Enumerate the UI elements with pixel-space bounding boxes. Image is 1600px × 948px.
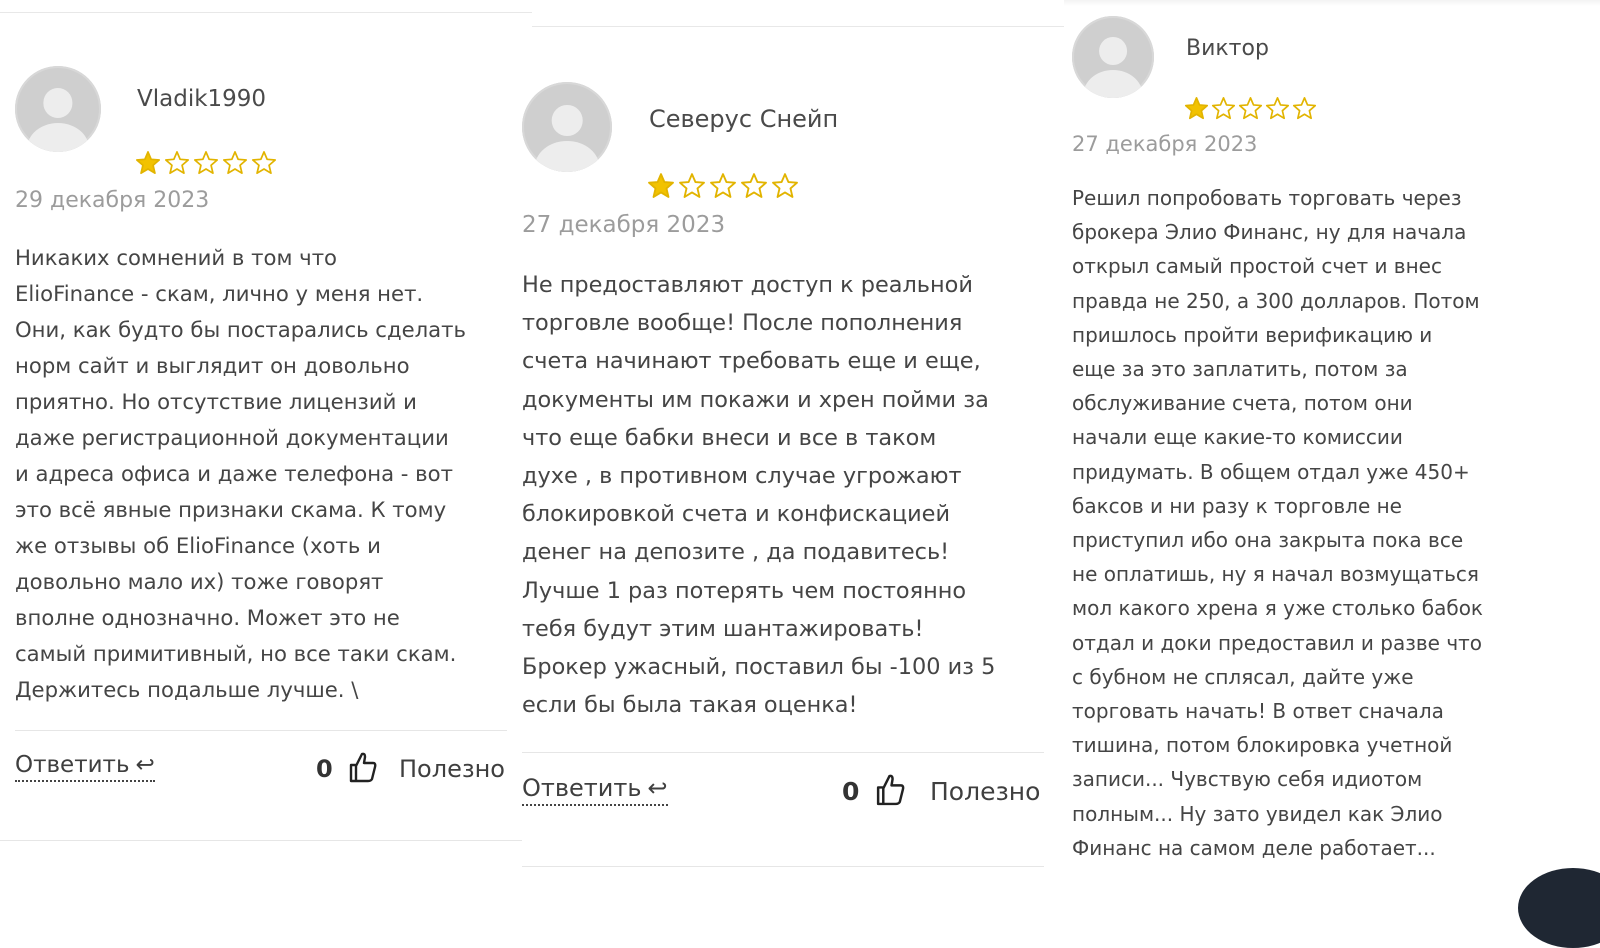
- divider: [0, 840, 522, 841]
- review-text-line: самый примитивный, но все таки скам.: [15, 641, 457, 666]
- star-empty-icon: [678, 172, 706, 200]
- star-filled-icon: [647, 172, 675, 200]
- rating-stars: [647, 172, 802, 200]
- review-text-line: вполне однозначно. Может это не: [15, 605, 400, 630]
- review-text-line: это всё явные признаки скама. К тому: [15, 497, 447, 522]
- reply-label: Ответить: [15, 752, 130, 778]
- thumbs-up-icon[interactable]: [348, 751, 378, 787]
- star-empty-icon: [1211, 96, 1236, 121]
- review-text-line: отдал и доки предоставил и разве что: [1072, 630, 1483, 655]
- review-card: Виктор 27 декабря 2023 Решил попробовать…: [1064, 0, 1600, 900]
- review-text-line: норм сайт и выглядит он довольно: [15, 353, 410, 378]
- star-empty-icon: [222, 150, 248, 176]
- review-text-line: торговле вообще! После пополнения: [522, 310, 963, 337]
- review-author: Северус Снейп: [649, 105, 839, 133]
- reply-label: Ответить: [522, 774, 642, 802]
- review-text-line: обслуживание счета, потом они: [1072, 391, 1413, 416]
- review-text-line: духе , в противном случае угрожают: [522, 463, 962, 490]
- reply-button[interactable]: Ответить ↩: [522, 774, 668, 806]
- review-text-line: с бубном не сплясал, дайте уже: [1072, 664, 1414, 689]
- reply-button[interactable]: Ответить ↩: [15, 752, 155, 782]
- review-text-line: счета начинают требовать еще и еще,: [522, 348, 981, 375]
- review-text-line: ElioFinance - скам, лично у меня нет.: [15, 281, 424, 306]
- star-filled-icon: [135, 150, 161, 176]
- review-text-line: и адреса офиса и даже телефона - вот: [15, 461, 453, 486]
- review-text-line: же отзывы об ElioFinance (хоть и: [15, 533, 381, 558]
- likes-count: 0: [842, 777, 860, 806]
- star-filled-icon: [1184, 96, 1209, 121]
- review-text-line: блокировкой счета и конфискацией: [522, 501, 950, 528]
- review-text-line: брокера Элио Финанс, ну для начала: [1072, 220, 1467, 245]
- review-text-line: начали еще какие-то комиссии: [1072, 425, 1403, 450]
- review-text-line: даже регистрационной документации: [15, 425, 449, 450]
- review-text-line: записи... Чувствую себя идиотом: [1072, 767, 1423, 792]
- divider: [1064, 0, 1600, 6]
- review-text: Никаких сомнений в том что ElioFinance - …: [15, 240, 527, 708]
- review-text-line: Финанс на самом деле работает...: [1072, 835, 1436, 860]
- useful-button[interactable]: Полезно: [930, 777, 1040, 806]
- review-date: 27 декабря 2023: [1072, 132, 1258, 156]
- review-text-line: тебя будут этим шантажировать!: [522, 615, 924, 642]
- user-avatar: [15, 66, 101, 152]
- review-author: Vladik1990: [137, 86, 267, 112]
- review-text-line: Они, как будто бы постарались сделать: [15, 317, 466, 342]
- user-avatar: [1072, 16, 1154, 98]
- divider: [15, 730, 507, 731]
- user-avatar: [522, 82, 612, 172]
- review-date: 27 декабря 2023: [522, 212, 726, 238]
- review-date: 29 декабря 2023: [15, 188, 210, 213]
- review-text-line: еще за это заплатить, потом за: [1072, 357, 1408, 382]
- review-text: Решил попробовать торговать через брокера…: [1072, 181, 1600, 865]
- review-text: Не предоставляют доступ к реальной торгов…: [522, 266, 1052, 724]
- divider: [522, 752, 1044, 753]
- review-text-line: что еще бабки внеси и все в таком: [522, 424, 937, 451]
- review-text-line: Не предоставляют доступ к реальной: [522, 272, 973, 298]
- review-text-line: Решил попробовать торговать через: [1072, 186, 1462, 210]
- thumbs-up-icon[interactable]: [875, 773, 906, 810]
- review-text-line: Никаких сомнений в том что: [15, 245, 338, 270]
- divider: [522, 866, 1044, 867]
- review-card: Vladik1990 29 декабря 2023 Никаких сомне…: [0, 0, 532, 900]
- review-author: Виктор: [1186, 36, 1269, 61]
- rating-stars: [135, 150, 280, 176]
- star-empty-icon: [771, 172, 799, 200]
- star-empty-icon: [740, 172, 768, 200]
- star-empty-icon: [1265, 96, 1290, 121]
- review-text-line: не оплатишь, ну я начал возмущаться: [1072, 562, 1479, 587]
- review-text-line: пришлось пройти верификацию и: [1072, 322, 1433, 347]
- review-text-line: торговать начать! В ответ сначала: [1072, 699, 1444, 724]
- star-empty-icon: [709, 172, 737, 200]
- likes-count: 0: [316, 755, 333, 783]
- review-text-line: полным... Ну зато увидел как Элио: [1072, 801, 1443, 826]
- review-text-line: тишина, потом блокировка учетной: [1072, 733, 1453, 758]
- review-text-line: Лучше 1 раз потерять чем постоянно: [522, 577, 967, 604]
- useful-button[interactable]: Полезно: [399, 755, 505, 783]
- review-text-line: документы им покажи и хрен пойми за: [522, 386, 989, 413]
- reply-arrow-icon: ↩: [647, 774, 668, 802]
- review-text-line: открыл самый простой счет и внес: [1072, 254, 1442, 279]
- review-text-line: приятно. Но отсутствие лицензий и: [15, 389, 417, 414]
- review-text-line: баксов и ни разу к торговле не: [1072, 493, 1402, 518]
- review-text-line: мол какого хрена я уже столько бабок: [1072, 596, 1484, 621]
- star-empty-icon: [1238, 96, 1263, 121]
- review-text-line: Брокер ужасный, поставил бы -100 из 5: [522, 654, 996, 681]
- review-text-line: если бы была такая оценка!: [522, 692, 858, 719]
- rating-stars: [1184, 96, 1319, 121]
- review-text-line: довольно мало их) тоже говорят: [15, 569, 384, 594]
- review-text-line: придумать. В общем отдал уже 450+: [1072, 459, 1470, 484]
- review-text-line: правда не 250, а 300 долларов. Потом: [1072, 288, 1480, 313]
- review-card: Северус Снейп 27 декабря 2023 Не предост…: [522, 0, 1064, 900]
- star-empty-icon: [193, 150, 219, 176]
- star-empty-icon: [1292, 96, 1317, 121]
- review-text-line: денег на депозите , да подавитесь!: [522, 539, 950, 566]
- divider: [532, 26, 1064, 27]
- reply-arrow-icon: ↩: [135, 752, 155, 778]
- review-text-line: приступил ибо она закрыта пока все: [1072, 528, 1464, 553]
- review-text-line: Держитесь подальше лучше. \: [15, 677, 359, 702]
- star-empty-icon: [164, 150, 190, 176]
- divider: [0, 12, 532, 13]
- star-empty-icon: [251, 150, 277, 176]
